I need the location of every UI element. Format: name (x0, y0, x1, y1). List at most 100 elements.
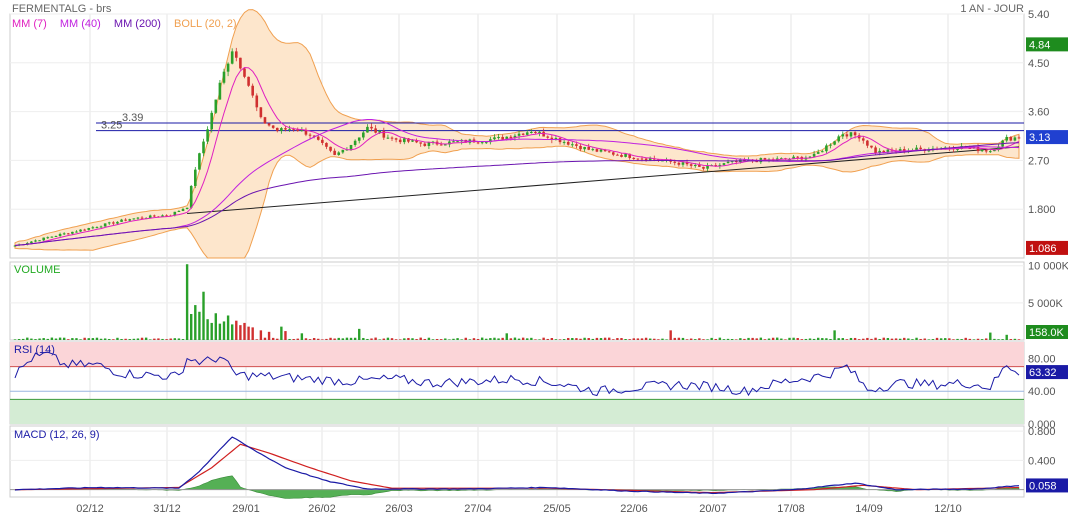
volume-bar (87, 338, 90, 340)
volume-bar (550, 338, 554, 340)
candle-body (251, 85, 254, 96)
volume-bar (780, 338, 783, 340)
volume-bar (841, 338, 844, 340)
stock-chart: 02/12 31/12 29/01 26/02 26/03 27/04 25/05 22/06… (9, 9, 1068, 515)
volume-bar (694, 339, 697, 340)
volume-bar (296, 338, 299, 340)
candle-body (722, 163, 726, 165)
volume-bar (640, 338, 644, 340)
x-tick-label: 14/09 (855, 503, 883, 515)
volume-bar (915, 337, 918, 340)
legend-mm200[interactable]: MM (200) (114, 18, 161, 30)
volume-bar (177, 338, 181, 340)
candle-body (398, 139, 402, 143)
legend-mm40[interactable]: MM (40) (60, 18, 101, 30)
volume-bar (800, 339, 804, 340)
candle-body (321, 139, 324, 143)
volume-bar (784, 339, 787, 340)
price-candle (198, 152, 201, 170)
candle-body (698, 165, 701, 167)
volume-bar (349, 337, 353, 340)
candle-body (210, 112, 214, 130)
candle-body (583, 146, 586, 150)
candle-body (480, 142, 484, 144)
volume-bar (1013, 338, 1017, 340)
price-y-tick-label: 1.800 (1028, 204, 1056, 216)
volume-bar (468, 339, 472, 340)
volume-bar (530, 337, 533, 340)
volume-bar (370, 338, 373, 340)
volume-bar (317, 338, 320, 340)
volume-bar (128, 339, 131, 340)
volume-bar (345, 337, 349, 340)
volume-bar (329, 337, 332, 340)
candle-body (612, 152, 615, 155)
volume-bar (702, 339, 705, 340)
volume-bar (452, 338, 455, 340)
volume-bar (235, 320, 238, 340)
candle-body (976, 146, 980, 152)
candle-body (316, 136, 320, 140)
volume-bar (812, 338, 816, 340)
candle-body (62, 233, 66, 235)
volume-bar (751, 337, 754, 340)
volume-bar (886, 337, 890, 340)
candle-body (726, 161, 730, 164)
volume-bar (837, 338, 840, 340)
volume-bar (292, 338, 295, 340)
candle-body (558, 138, 562, 143)
candle-body (644, 158, 648, 161)
price-candle (243, 67, 246, 79)
candle-body (357, 137, 361, 141)
period-label[interactable]: 1 AN - JOUR (960, 3, 1024, 15)
volume-bar (866, 337, 869, 340)
x-tick-label: 22/06 (620, 503, 648, 515)
candle-body (308, 134, 312, 136)
candle-body (423, 143, 427, 146)
candle-body (243, 68, 246, 77)
candle-body (866, 140, 869, 146)
volume-bar (685, 339, 689, 340)
volume-bar (1009, 339, 1013, 340)
candle-body (620, 154, 623, 157)
candle-body (632, 157, 636, 159)
volume-bar (480, 337, 484, 340)
candle-body (390, 137, 394, 139)
candle-body (124, 219, 127, 221)
volume-bar (358, 328, 361, 340)
volume-bar (747, 337, 750, 340)
candle-body (54, 236, 58, 238)
volume-bar (735, 339, 738, 340)
price-candle (218, 80, 222, 100)
volume-bar (243, 322, 246, 340)
legend-bollinger[interactable]: BOLL (20, 2) (174, 18, 237, 30)
volume-bar (153, 338, 156, 340)
volume-bar (489, 338, 492, 340)
candle-body (263, 117, 267, 124)
legend-mm7[interactable]: MM (7) (12, 18, 47, 30)
candle-body (673, 161, 677, 163)
volume-bar (62, 337, 66, 340)
volume-bar (534, 339, 537, 340)
volume-bar (730, 339, 734, 340)
rsi-y-tick-label: 40.00 (1028, 386, 1056, 398)
volume-bar (575, 338, 578, 340)
volume-bar (755, 338, 758, 340)
candle-body (443, 144, 447, 146)
volume-bar (898, 338, 902, 340)
candle-body (202, 141, 205, 154)
volume-bar (673, 337, 676, 340)
volume-bar (1005, 334, 1008, 340)
candle-body (214, 99, 218, 113)
candle-body (353, 140, 357, 145)
volume-bar (726, 338, 730, 340)
volume-bar (964, 337, 967, 340)
volume-bar (17, 339, 21, 340)
volume-bar (644, 337, 648, 340)
volume-bar (75, 338, 78, 340)
x-tick-label: 27/04 (464, 503, 492, 515)
volume-bar (948, 338, 951, 340)
candle-body (870, 145, 873, 148)
volume-bar (743, 338, 746, 340)
candle-body (571, 144, 574, 146)
